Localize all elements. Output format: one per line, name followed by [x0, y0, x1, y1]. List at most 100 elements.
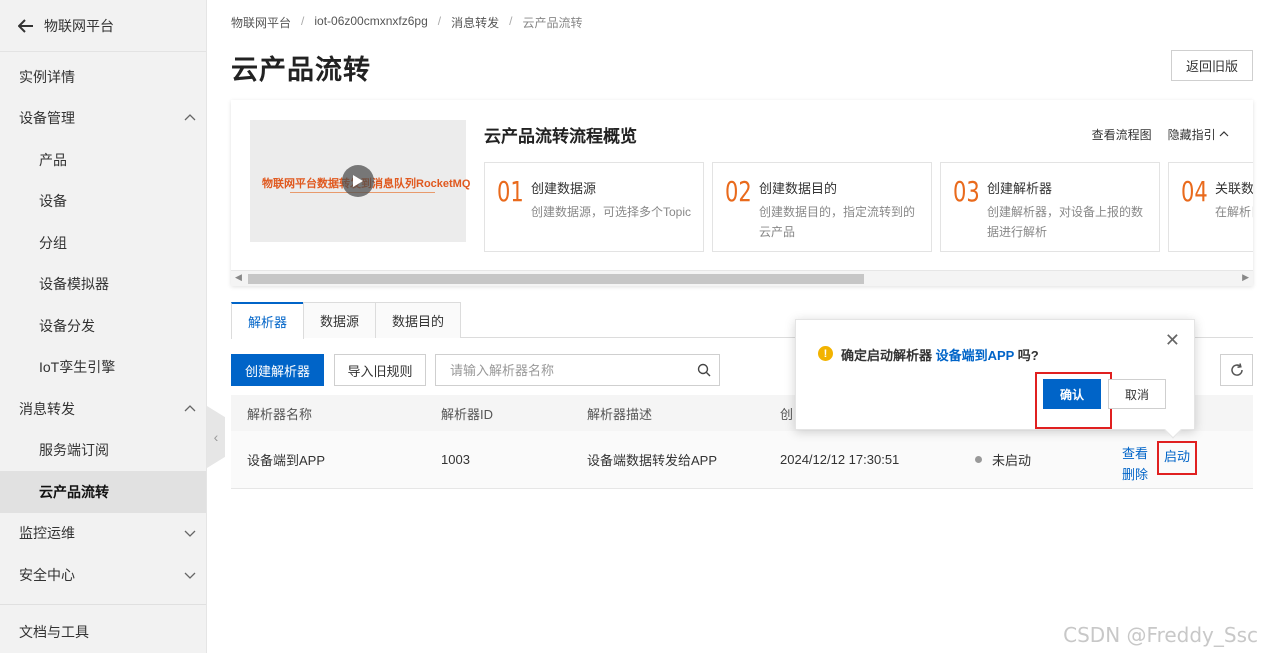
create-parser-button[interactable]: 创建解析器 — [231, 354, 324, 386]
start-link[interactable]: 启动 — [1164, 446, 1190, 465]
sidebar-item-label: 设备管理 — [19, 110, 75, 127]
sidebar-group-device-management[interactable]: 设备管理 — [0, 98, 206, 140]
hide-guide-link[interactable]: 隐藏指引 — [1168, 126, 1229, 143]
close-icon[interactable]: ✕ — [1165, 330, 1180, 351]
chevron-up-icon — [1219, 131, 1229, 137]
sidebar-item-label: 文档与工具 — [19, 624, 89, 641]
status-dot-icon — [975, 456, 982, 463]
sidebar-item-group[interactable]: 分组 — [0, 222, 206, 264]
breadcrumb-current: 云产品流转 — [522, 16, 583, 30]
row-operations: 查看 删除 — [1122, 443, 1148, 483]
sidebar: 物联网平台 实例详情 设备管理 产品 设备 分组 设备模拟器 设备分发 IoT孪… — [0, 0, 207, 653]
intro-video[interactable]: 物联网平台数据转发到消息队列RocketMQ — [250, 120, 470, 242]
view-link[interactable]: 查看 — [1122, 443, 1148, 462]
step-title: 关联数 — [1215, 181, 1253, 196]
confirm-message: 确定启动解析器 设备端到APP 吗? — [841, 345, 1039, 364]
sidebar-item-device-distribution[interactable]: 设备分发 — [0, 305, 206, 347]
guide-links: 查看流程图 隐藏指引 — [1092, 126, 1229, 143]
sidebar-group-monitoring[interactable]: 监控运维 — [0, 513, 206, 555]
table-row: 设备端到APP 1003 设备端数据转发给APP 2024/12/12 17:3… — [231, 431, 1253, 489]
warning-icon: ! — [818, 346, 833, 361]
guide-step-2: 02 创建数据目的 创建数据目的，指定流转到的云产品 — [712, 162, 932, 252]
header-parser-name: 解析器名称 — [247, 406, 313, 422]
sidebar-item-docs-tools[interactable]: 文档与工具 — [0, 612, 206, 653]
chevron-down-icon — [184, 530, 196, 538]
view-flowchart-link[interactable]: 查看流程图 — [1092, 126, 1152, 143]
step-title: 创建数据目的 — [759, 181, 838, 196]
step-number: 03 — [953, 175, 980, 208]
step-title: 创建解析器 — [987, 181, 1053, 196]
parser-description: 设备端数据转发给APP — [587, 453, 718, 468]
chevron-left-icon: ‹ — [213, 429, 219, 445]
sidebar-header[interactable]: 物联网平台 — [0, 0, 206, 52]
breadcrumb-separator: / — [509, 14, 513, 28]
tab-data-source[interactable]: 数据源 — [303, 302, 377, 338]
breadcrumb-item[interactable]: iot-06z00cmxnxfz6pg — [314, 14, 427, 31]
step-title: 创建数据源 — [531, 181, 597, 196]
horizontal-scrollbar[interactable]: ◀ ▶ — [231, 270, 1253, 286]
arrow-left-icon[interactable] — [18, 18, 34, 34]
search-input[interactable] — [436, 356, 689, 384]
sidebar-item-label: 产品 — [39, 151, 67, 168]
step-description: 创建数据源，可选择多个Topic — [531, 205, 692, 219]
sidebar-item-label: 云产品流转 — [39, 483, 109, 500]
breadcrumb: 物联网平台 / iot-06z00cmxnxfz6pg / 消息转发 / 云产品… — [231, 14, 582, 31]
sidebar-collapse-handle[interactable]: ‹ — [207, 406, 225, 468]
tab-parser[interactable]: 解析器 — [231, 302, 305, 339]
guide-title: 云产品流转流程概览 — [484, 127, 637, 146]
step-description: 在解析目的 — [1215, 205, 1253, 219]
tab-data-destination[interactable]: 数据目的 — [375, 302, 462, 338]
sidebar-group-security-center[interactable]: 安全中心 — [0, 554, 206, 596]
page-title: 云产品流转 — [231, 55, 371, 85]
search-box — [435, 354, 720, 386]
sidebar-item-server-subscription[interactable]: 服务端订阅 — [0, 430, 206, 472]
sidebar-group-message-forwarding[interactable]: 消息转发 — [0, 388, 206, 430]
sidebar-item-label: 消息转发 — [19, 400, 75, 417]
sidebar-item-label: 设备分发 — [39, 317, 95, 334]
guide-panel: 物联网平台数据转发到消息队列RocketMQ 云产品流转流程概览 查看流程图 隐… — [231, 100, 1253, 286]
sidebar-item-device-simulator[interactable]: 设备模拟器 — [0, 264, 206, 306]
import-legacy-rules-button[interactable]: 导入旧规则 — [334, 354, 426, 386]
guide-step-1: 01 创建数据源 创建数据源，可选择多个Topic — [484, 162, 704, 252]
start-parser-popconfirm: ✕ ! 确定启动解析器 设备端到APP 吗? 确认 取消 — [795, 319, 1195, 439]
chevron-up-icon — [184, 114, 196, 121]
sidebar-title: 物联网平台 — [44, 17, 114, 34]
sidebar-item-instance-detail[interactable]: 实例详情 — [0, 56, 206, 98]
start-link-highlight: 启动 — [1157, 441, 1197, 475]
search-icon[interactable] — [689, 363, 719, 377]
scrollbar-thumb[interactable] — [248, 274, 864, 284]
watermark: CSDN @Freddy_Ssc — [1063, 623, 1258, 647]
play-icon[interactable] — [342, 165, 374, 197]
scroll-left-icon[interactable]: ◀ — [235, 272, 242, 283]
sidebar-item-device[interactable]: 设备 — [0, 181, 206, 223]
parser-status: 未启动 — [975, 431, 1031, 488]
status-text: 未启动 — [992, 453, 1032, 468]
scroll-right-icon[interactable]: ▶ — [1242, 272, 1249, 283]
breadcrumb-separator: / — [301, 14, 305, 28]
confirm-target-name: 设备端到APP — [935, 348, 1015, 363]
delete-link[interactable]: 删除 — [1122, 464, 1148, 483]
hide-guide-label: 隐藏指引 — [1167, 128, 1216, 142]
breadcrumb-item[interactable]: 消息转发 — [451, 14, 499, 31]
sidebar-item-label: 设备模拟器 — [39, 276, 109, 293]
step-number: 04 — [1181, 175, 1208, 208]
refresh-button[interactable] — [1220, 354, 1253, 386]
sidebar-item-iot-twin-engine[interactable]: IoT孪生引擎 — [0, 347, 206, 389]
chevron-down-icon — [184, 572, 196, 579]
confirm-message-suffix: 吗? — [1014, 348, 1039, 363]
sidebar-item-label: 分组 — [39, 234, 67, 251]
step-number: 02 — [725, 175, 752, 208]
return-legacy-button[interactable]: 返回旧版 — [1171, 50, 1253, 81]
sidebar-item-label: 安全中心 — [19, 566, 75, 583]
cancel-button[interactable]: 取消 — [1108, 379, 1166, 409]
chevron-up-icon — [184, 404, 196, 412]
breadcrumb-item[interactable]: 物联网平台 — [231, 14, 291, 31]
breadcrumb-separator: / — [437, 14, 442, 28]
sidebar-item-product[interactable]: 产品 — [0, 139, 206, 181]
confirm-button[interactable]: 确认 — [1043, 379, 1101, 409]
step-description: 创建数据目的，指定流转到的云产品 — [759, 205, 916, 239]
sidebar-item-cloud-product-flow[interactable]: 云产品流转 — [0, 471, 206, 513]
parser-name: 设备端到APP — [247, 453, 326, 468]
refresh-icon — [1230, 363, 1243, 376]
sidebar-item-label: 监控运维 — [19, 525, 75, 542]
